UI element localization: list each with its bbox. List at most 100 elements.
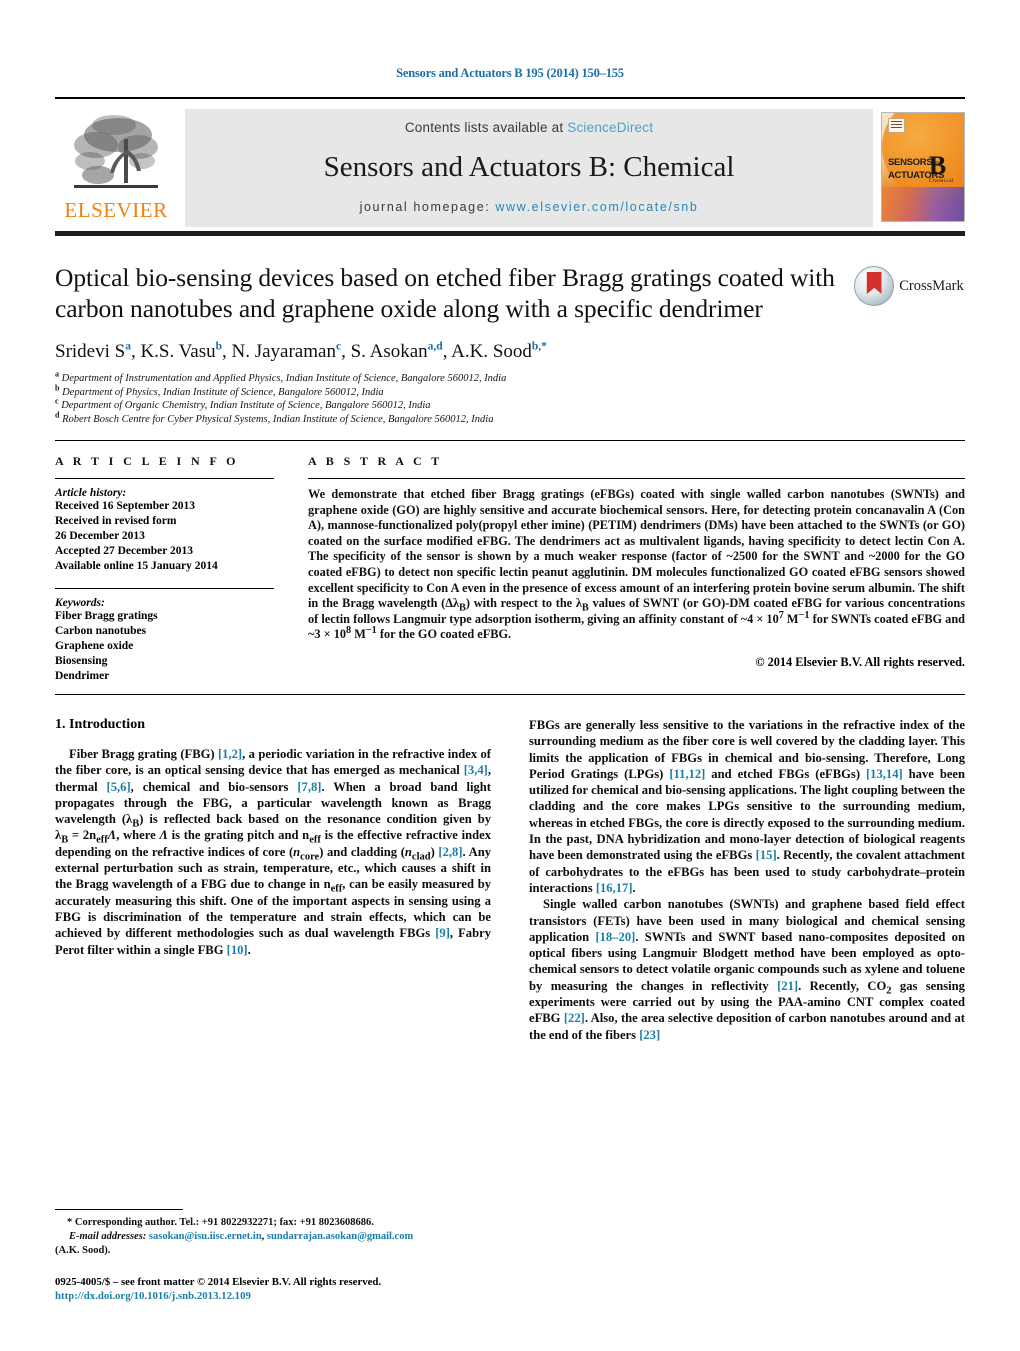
keyword-item: Graphene oxide [55, 640, 134, 652]
email-attribution: (A.K. Sood). [55, 1245, 111, 1256]
author-list: Sridevi Sa, K.S. Vasub, N. Jayaramanc, S… [55, 340, 547, 362]
contents-list-line: Contents lists available at ScienceDirec… [405, 120, 653, 135]
imprint-block: 0925-4005/$ – see front matter © 2014 El… [55, 1275, 507, 1303]
affiliation-text: Robert Bosch Centre for Cyber Physical S… [62, 413, 494, 425]
citation-ref[interactable]: [22] [564, 1011, 585, 1025]
section-heading-introduction: 1. Introduction [55, 717, 145, 732]
intro-paragraph-2: FBGs are generally less sensitive to the… [529, 718, 966, 895]
email-link-1[interactable]: sasokan@isu.iisc.ernet.in [149, 1231, 262, 1242]
homepage-prefix: journal homepage: [359, 200, 491, 214]
affiliation-item: c Department of Organic Chemistry, India… [55, 396, 835, 413]
abstract-rule [308, 478, 965, 479]
affiliation-text: Department of Instrumentation and Applie… [61, 373, 507, 384]
cover-elsevier-mark [888, 118, 905, 133]
citation-ref[interactable]: [11,12] [669, 767, 705, 781]
affiliation-key: c [55, 396, 59, 406]
journal-masthead: ELSEVIER Contents lists available at Sci… [55, 109, 965, 227]
affiliation-key: a [55, 369, 59, 379]
title-bottom-rule [55, 440, 965, 441]
history-item: Available online 15 January 2014 [55, 560, 218, 572]
running-head: Sensors and Actuators B 195 (2014) 150–1… [396, 66, 624, 80]
abstract-bottom-rule [55, 694, 965, 695]
sciencedirect-link[interactable]: ScienceDirect [567, 120, 653, 135]
abstract-column: A B S T R A C T We demonstrate that etch… [300, 454, 965, 684]
citation-ref[interactable]: [16,17] [596, 881, 633, 895]
body-columns: 1. Introduction Fiber Bragg grating (FBG… [55, 717, 965, 1043]
keyword-item: Dendrimer [55, 670, 110, 682]
intro-paragraph-1: Fiber Bragg grating (FBG) [1,2], a perio… [55, 747, 492, 957]
author-name: Sridevi S [55, 341, 126, 362]
crossmark-label: CrossMark [899, 277, 964, 294]
affiliation-key: d [55, 410, 60, 419]
citation-ref[interactable]: [7,8] [297, 780, 321, 794]
page-title: Optical bio-sensing devices based on etc… [55, 263, 835, 323]
cover-bottom-gradient [882, 187, 964, 221]
keyword-item: Biosensing [55, 655, 108, 667]
affiliation-item: a Department of Instrumentation and Appl… [55, 369, 835, 386]
body-column-right: FBGs are generally less sensitive to the… [529, 717, 965, 1043]
author-name: A.K. Sood [451, 341, 532, 362]
journal-homepage-link[interactable]: www.elsevier.com/locate/snb [495, 200, 698, 214]
article-history-title: Article history: [55, 487, 127, 499]
crossmark-badge[interactable]: CrossMark [854, 266, 964, 306]
footnote-rule [55, 1209, 183, 1210]
keywords-title: Keywords: [55, 597, 105, 609]
keywords-block: Keywords: Fiber Bragg gratings Carbon na… [55, 597, 274, 684]
email-link-2[interactable]: sundarrajan.asokan@gmail.com [267, 1231, 413, 1242]
body-column-left: 1. Introduction Fiber Bragg grating (FBG… [55, 717, 491, 1043]
info-abstract-block: A R T I C L E I N F O Article history: R… [55, 454, 965, 684]
affiliation-key: b [55, 383, 60, 392]
elsevier-wordmark: ELSEVIER [64, 198, 168, 222]
email-label: E-mail addresses: [69, 1231, 147, 1242]
title-block: Optical bio-sensing devices based on etc… [55, 262, 965, 426]
affiliation-item: b Department of Physics, Indian Institut… [55, 383, 835, 400]
article-info-heading: A R T I C L E I N F O [55, 454, 239, 468]
citation-ref[interactable]: [2,8] [438, 845, 462, 859]
intro-paragraph-3: Single walled carbon nanotubes (SWNTs) a… [529, 897, 965, 1042]
author-affil-marker: a,d [427, 340, 443, 353]
history-item: Accepted 27 December 2013 [55, 545, 194, 557]
citation-ref[interactable]: [10] [227, 943, 248, 957]
journal-band: Contents lists available at ScienceDirec… [185, 109, 873, 227]
footnote-block: * Corresponding author. Tel.: +91 802293… [55, 1209, 507, 1303]
abstract-heading: A B S T R A C T [308, 454, 443, 468]
journal-cover-thumbnail: SENSORSand ACTUATORS B Chemical [881, 112, 965, 222]
citation-ref[interactable]: [9] [435, 926, 450, 940]
article-page: Sensors and Actuators B 195 (2014) 150–1… [0, 0, 1020, 1351]
keyword-item: Carbon nanotubes [55, 625, 147, 637]
cover-letter: B [928, 151, 947, 180]
contents-prefix: Contents lists available at [404, 120, 568, 135]
journal-title: Sensors and Actuators B: Chemical [323, 151, 735, 183]
history-item: Received in revised form [55, 515, 177, 527]
journal-homepage-line: journal homepage: www.elsevier.com/locat… [360, 200, 699, 214]
abstract-copyright: © 2014 Elsevier B.V. All rights reserved… [755, 654, 965, 669]
doi-link[interactable]: http://dx.doi.org/10.1016/j.snb.2013.12.… [55, 1289, 507, 1303]
citation-ref[interactable]: [15] [756, 848, 777, 862]
author-name: N. Jayaraman [231, 341, 336, 362]
author-affil-marker: c [335, 340, 342, 353]
citation-ref[interactable]: [13,14] [866, 767, 903, 781]
citation-ref[interactable]: [5,6] [107, 780, 131, 794]
cover-line1: SENSORS [888, 157, 933, 168]
author-name: K.S. Vasu [140, 341, 216, 362]
citation-ref[interactable]: [18–20] [595, 930, 635, 944]
affiliation-list: a Department of Instrumentation and Appl… [55, 369, 835, 426]
affiliation-text: Department of Organic Chemistry, Indian … [61, 400, 431, 411]
citation-ref[interactable]: [21] [777, 979, 798, 993]
email-note: E-mail addresses: sasokan@isu.iisc.ernet… [69, 1231, 414, 1242]
citation-ref[interactable]: [23] [639, 1028, 660, 1042]
author-affil-marker: b [215, 340, 222, 353]
cover-series-letter: B Chemical [929, 153, 954, 185]
crossmark-icon [854, 266, 895, 306]
citation-ref[interactable]: [1,2] [218, 747, 242, 761]
crossmark-area[interactable]: CrossMark [853, 262, 965, 426]
corresponding-author-note: * Corresponding author. Tel.: +91 802293… [67, 1217, 374, 1228]
history-item: 26 December 2013 [55, 530, 145, 542]
elsevier-logo: ELSEVIER [55, 109, 177, 227]
elsevier-tree-icon [68, 111, 164, 199]
imprint-line: 0925-4005/$ – see front matter © 2014 El… [55, 1276, 382, 1288]
citation-ref[interactable]: [3,4] [464, 763, 488, 777]
keyword-item: Fiber Bragg gratings [55, 610, 158, 622]
abstract-text: We demonstrate that etched fiber Bragg g… [308, 487, 966, 642]
author-name: S. Asokan [350, 341, 428, 362]
